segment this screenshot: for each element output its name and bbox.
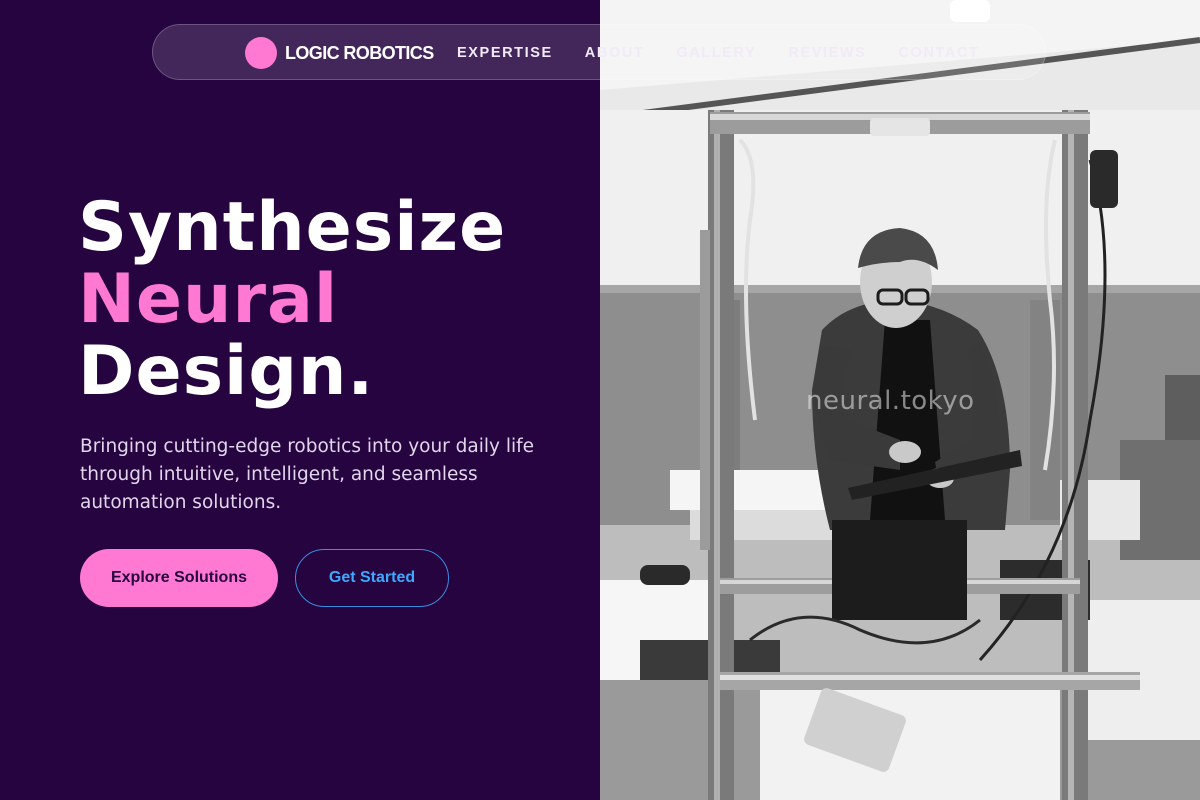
- nav-link-gallery[interactable]: GALLERY: [676, 45, 756, 61]
- brand-logo[interactable]: LOGIC ROBOTICS: [245, 37, 434, 69]
- nav-links: EXPERTISE ABOUT GALLERY REVIEWS CONTACT: [457, 25, 979, 81]
- navbar: LOGIC ROBOTICS EXPERTISE ABOUT GALLERY R…: [152, 24, 1046, 80]
- headline-line-1: Synthesize: [78, 188, 507, 267]
- headline-line-3: Design.: [78, 332, 375, 411]
- hero-headline: Synthesize Neural Design.: [78, 192, 506, 408]
- hero-subcopy: Bringing cutting-edge robotics into your…: [80, 436, 535, 513]
- photo-watermark: neural.tokyo: [806, 386, 975, 416]
- get-started-button[interactable]: Get Started: [295, 549, 449, 607]
- pink-circle-logo-icon: [245, 37, 277, 69]
- headline-line-2-accent: Neural: [78, 260, 339, 339]
- nav-link-reviews[interactable]: REVIEWS: [788, 45, 866, 61]
- explore-solutions-button[interactable]: Explore Solutions: [80, 549, 278, 607]
- brand-name: LOGIC ROBOTICS: [285, 42, 434, 63]
- nav-link-expertise[interactable]: EXPERTISE: [457, 45, 553, 61]
- landing-page: neural.tokyo LOGIC ROBOTICS EXPERTISE AB…: [0, 0, 1200, 800]
- nav-link-about[interactable]: ABOUT: [585, 45, 645, 61]
- nav-link-contact[interactable]: CONTACT: [898, 45, 979, 61]
- hero-photo: neural.tokyo: [600, 0, 1200, 800]
